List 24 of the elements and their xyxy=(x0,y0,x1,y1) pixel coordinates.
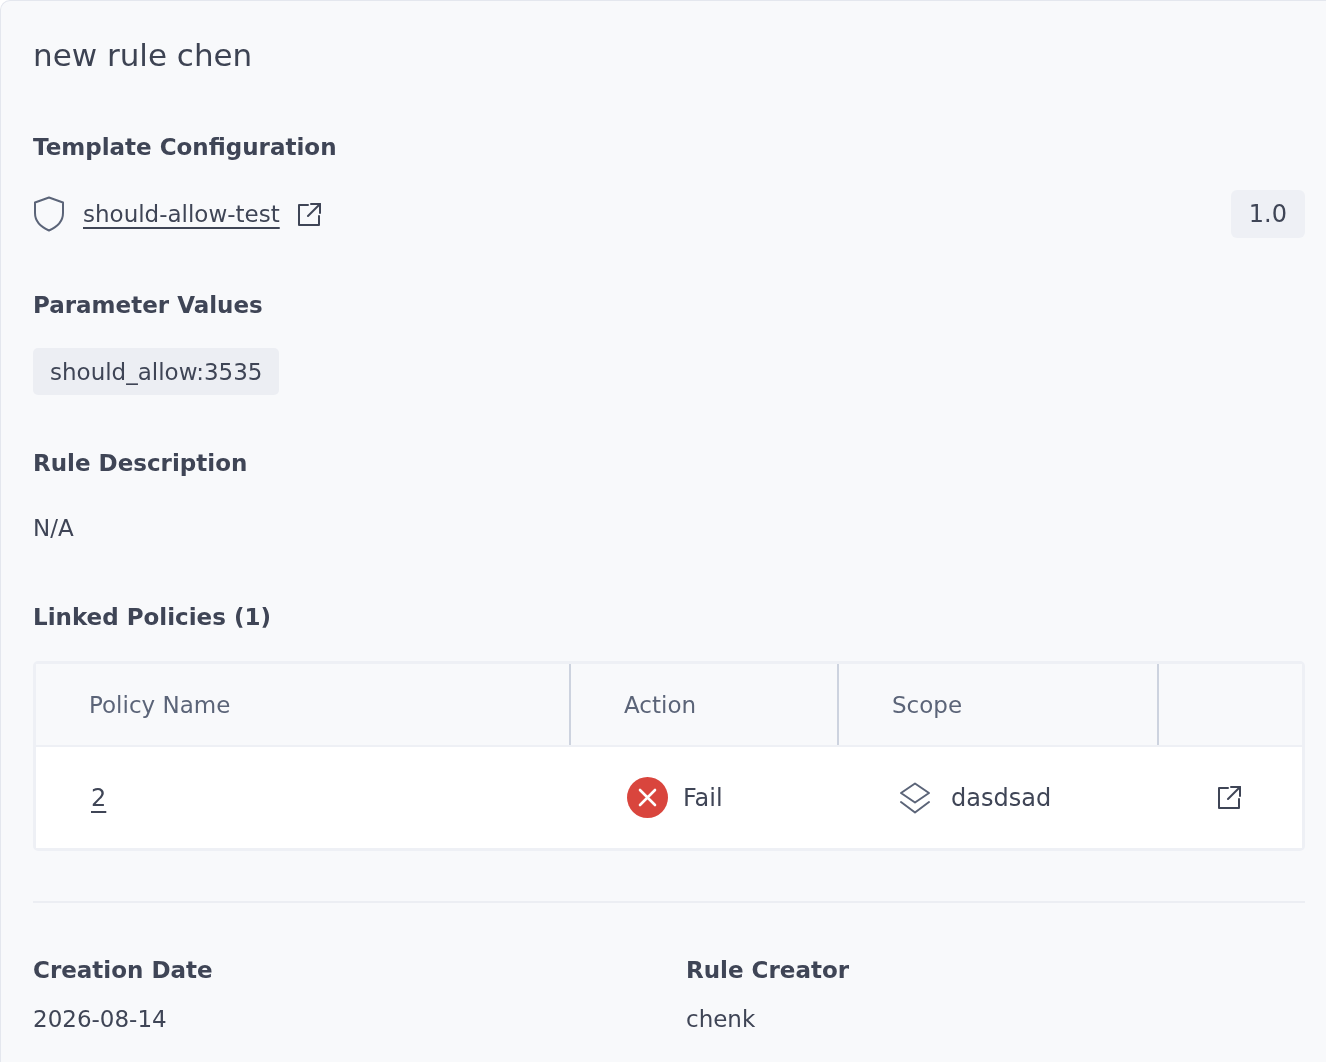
x-circle-icon xyxy=(627,777,668,818)
detail-value: 2026-08-14 xyxy=(33,1005,168,1034)
section-heading: Rule Description xyxy=(33,449,249,478)
detail-label: Rule Creator xyxy=(686,956,851,985)
detail-value: chenk xyxy=(686,1005,757,1034)
external-link-icon[interactable] xyxy=(297,202,321,226)
parameter-chip: should_allow:3535 xyxy=(33,348,280,395)
section-heading: Template Configuration xyxy=(33,133,338,162)
column-header: Action xyxy=(624,691,697,718)
detail-label: Creation Date xyxy=(33,956,214,985)
template-link[interactable]: should-allow-test xyxy=(83,197,280,231)
section-heading: Linked Policies (1) xyxy=(33,603,272,632)
version-badge: 1.0 xyxy=(1230,190,1305,238)
policy-link[interactable]: 2 xyxy=(91,780,107,815)
layers-icon xyxy=(899,781,931,814)
column-header: Scope xyxy=(892,691,963,718)
panel-title: new rule chen xyxy=(33,36,254,75)
column-header: Policy Name xyxy=(89,691,231,718)
description-text: N/A xyxy=(33,514,75,543)
external-link-icon[interactable] xyxy=(1218,786,1241,809)
action-text: Fail xyxy=(683,783,723,812)
section-heading: Parameter Values xyxy=(33,291,264,320)
scope-text: dasdsad xyxy=(951,783,1052,812)
shield-icon xyxy=(33,196,65,232)
